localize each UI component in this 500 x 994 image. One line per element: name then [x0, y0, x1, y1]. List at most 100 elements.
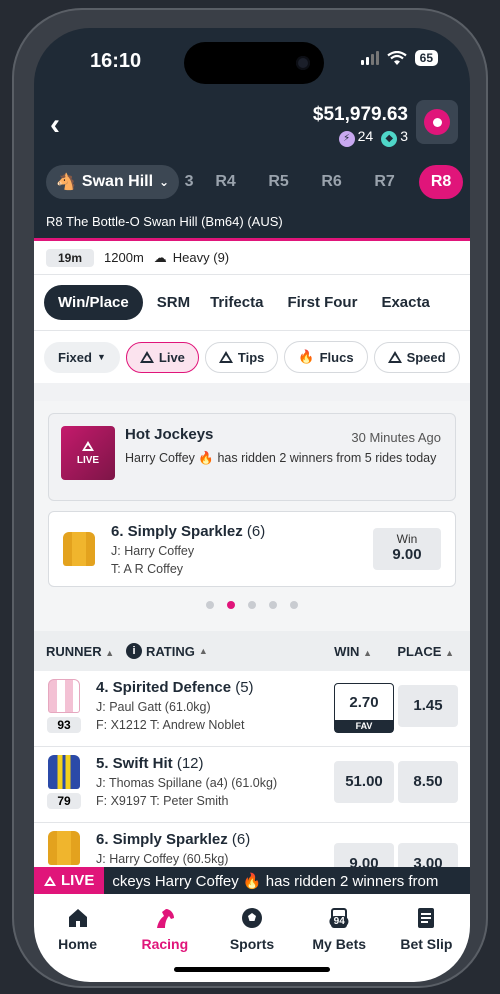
flucs-label: Flucs: [319, 349, 354, 365]
runner-name: 6. Simply Sparklez (6): [96, 831, 251, 848]
boost-icon: ⚡: [338, 131, 355, 147]
venue-selector[interactable]: 🐴 Swan Hill ⌄: [46, 165, 180, 199]
race-title: R8 The Bottle-O Swan Hill (Bm64) (AUS): [46, 214, 283, 229]
soccer-ball-icon: [241, 906, 263, 930]
pager-dot[interactable]: [206, 601, 214, 609]
race-info: 19m 1200m ☁ Heavy (9): [34, 241, 470, 275]
tab-trifecta[interactable]: Trifecta: [210, 294, 263, 311]
info-icon[interactable]: i: [126, 643, 142, 659]
section-gap: [34, 383, 470, 401]
place-odds-button[interactable]: 1.45: [398, 685, 458, 727]
account-balance[interactable]: $51,979.63 ⚡ 24 ◆ 3: [313, 104, 408, 147]
sort-icon: ▲: [198, 646, 208, 656]
home-indicator[interactable]: [174, 967, 330, 972]
nav-bet-slip[interactable]: Bet Slip: [383, 894, 470, 982]
runner-form: F: X1212 T: Andrew Noblet: [96, 718, 245, 732]
live-icon: [44, 875, 56, 886]
live-badge: LIVE: [61, 426, 115, 480]
featured-runner-jockey: J: Harry Coffey: [111, 543, 195, 558]
win-odds: 2.70: [349, 694, 379, 711]
pager-dot[interactable]: [248, 601, 256, 609]
race-tab-4[interactable]: R4: [199, 173, 252, 191]
runner-grid-header: RUNNER ▲ i RATING ▲ WIN ▲ PLACE ▲: [34, 631, 470, 671]
race-tab-8[interactable]: R8: [419, 165, 464, 199]
fixed-dropdown[interactable]: Fixed ▼: [44, 341, 120, 373]
pager-dot[interactable]: [269, 601, 277, 609]
profile-button[interactable]: [416, 100, 458, 144]
venue-name: Swan Hill: [81, 173, 154, 190]
back-icon[interactable]: ‹: [50, 108, 60, 142]
pager-dot-active[interactable]: [227, 601, 235, 609]
status-icons: 65: [360, 50, 438, 66]
caret-down-icon: ▼: [96, 352, 106, 362]
win-odds: 9.00: [392, 546, 422, 563]
runner-name: 4. Spirited Defence (5): [96, 679, 254, 696]
coins: ◆ 3: [381, 128, 408, 147]
featured-runner-card[interactable]: 6. Simply Sparklez (6) J: Harry Coffey T…: [48, 511, 456, 587]
sort-rating[interactable]: i RATING ▲: [126, 643, 208, 659]
live-icon: [139, 351, 154, 363]
runner-form: F: X9197 T: Peter Smith: [96, 794, 229, 808]
points-row: ⚡ 24 ◆ 3: [313, 128, 408, 147]
tab-first-four[interactable]: First Four: [287, 294, 357, 311]
rating-pill: 79: [47, 793, 81, 809]
flame-icon: 🔥: [198, 451, 214, 465]
app-screen: 16:10 65 ‹ $51,979.63 ⚡ 24 ◆ 3 🐴 Swan Hill…: [34, 28, 470, 982]
rating-pill: 93: [47, 717, 81, 733]
insights-carousel: LIVE Hot Jockeys Harry Coffey 🔥 has ridd…: [34, 401, 470, 631]
sort-runner[interactable]: RUNNER ▲: [46, 644, 126, 659]
home-icon: [67, 906, 89, 930]
ticker-text: ckeys Harry Coffey 🔥 has ridden 2 winner…: [112, 872, 439, 890]
runner-jockey: J: Thomas Spillane (a4) (61.0kg): [96, 776, 278, 790]
race-tab-7[interactable]: R7: [358, 173, 411, 191]
flucs-filter[interactable]: 🔥 Flucs: [284, 341, 368, 373]
tips-label: Tips: [237, 349, 265, 365]
ticker-live-badge: LIVE: [34, 867, 105, 894]
runner-row[interactable]: 93 4. Spirited Defence (5) J: Paul Gatt …: [34, 671, 470, 747]
nav-home[interactable]: Home: [34, 894, 121, 982]
win-label: Win: [396, 532, 418, 546]
coins-count: 3: [400, 128, 408, 144]
track-condition: Heavy (9): [172, 250, 230, 265]
win-odds-button[interactable]: 2.70 FAV: [334, 683, 394, 733]
speed-filter[interactable]: Speed: [373, 341, 460, 373]
race-tabs: 🐴 Swan Hill ⌄ 3 R4 R5 R6 R7 R8: [34, 162, 470, 202]
hot-card-detail: has ridden 2 winners from 5 rides today: [217, 451, 437, 465]
race-content: 19m 1200m ☁ Heavy (9) Win/Place SRM Trif…: [34, 241, 470, 899]
sort-win[interactable]: WIN ▲: [334, 644, 372, 659]
race-distance: 1200m: [104, 250, 144, 265]
race-tab-3[interactable]: 3: [179, 173, 199, 191]
bet-type-tabs: Win/Place SRM Trifecta First Four Exacta: [34, 275, 470, 331]
race-tab-5[interactable]: R5: [252, 173, 305, 191]
nav-racing-label: Racing: [141, 936, 189, 952]
runner-row[interactable]: 79 5. Swift Hit (12) J: Thomas Spillane …: [34, 747, 470, 823]
live-filter[interactable]: Live: [125, 341, 199, 373]
tab-exacta[interactable]: Exacta: [381, 294, 429, 311]
nav-home-label: Home: [58, 936, 98, 952]
jockey-silk-icon: [48, 679, 80, 713]
race-tab-6[interactable]: R6: [305, 173, 358, 191]
tips-filter[interactable]: Tips: [204, 341, 279, 373]
flame-icon: 🔥: [298, 349, 315, 364]
live-ticker[interactable]: LIVE ckeys Harry Coffey 🔥 has ridden 2 w…: [34, 867, 470, 894]
chevron-down-icon: ⌄: [159, 175, 170, 189]
tab-srm[interactable]: SRM: [157, 294, 190, 311]
hot-jockeys-card[interactable]: LIVE Hot Jockeys Harry Coffey 🔥 has ridd…: [48, 413, 456, 501]
horse-icon: 🐴: [56, 174, 76, 191]
header: ‹ $51,979.63 ⚡ 24 ◆ 3: [34, 98, 470, 162]
place-odds-button[interactable]: 8.50: [398, 761, 458, 803]
sort-place[interactable]: PLACE ▲: [397, 644, 454, 659]
featured-win-button[interactable]: Win 9.00: [373, 528, 441, 570]
jockey-silk-icon: [63, 532, 95, 566]
status-time: 16:10: [90, 50, 142, 72]
win-odds-button[interactable]: 51.00: [334, 761, 394, 803]
bottom-nav: Home Racing Sports 94 My Bets Bet Slip: [34, 894, 470, 982]
filter-chips: Fixed ▼ Live Tips 🔥 Flucs Speed: [34, 331, 470, 383]
hot-card-text: Harry Coffey 🔥 has ridden 2 winners from…: [125, 451, 443, 466]
tab-win-place[interactable]: Win/Place: [44, 285, 143, 320]
jockey-silk-icon: [48, 831, 80, 865]
user-icon: [424, 109, 450, 135]
speed-icon: [387, 351, 402, 363]
pager-dot[interactable]: [290, 601, 298, 609]
sort-icon: ▲: [105, 647, 115, 658]
